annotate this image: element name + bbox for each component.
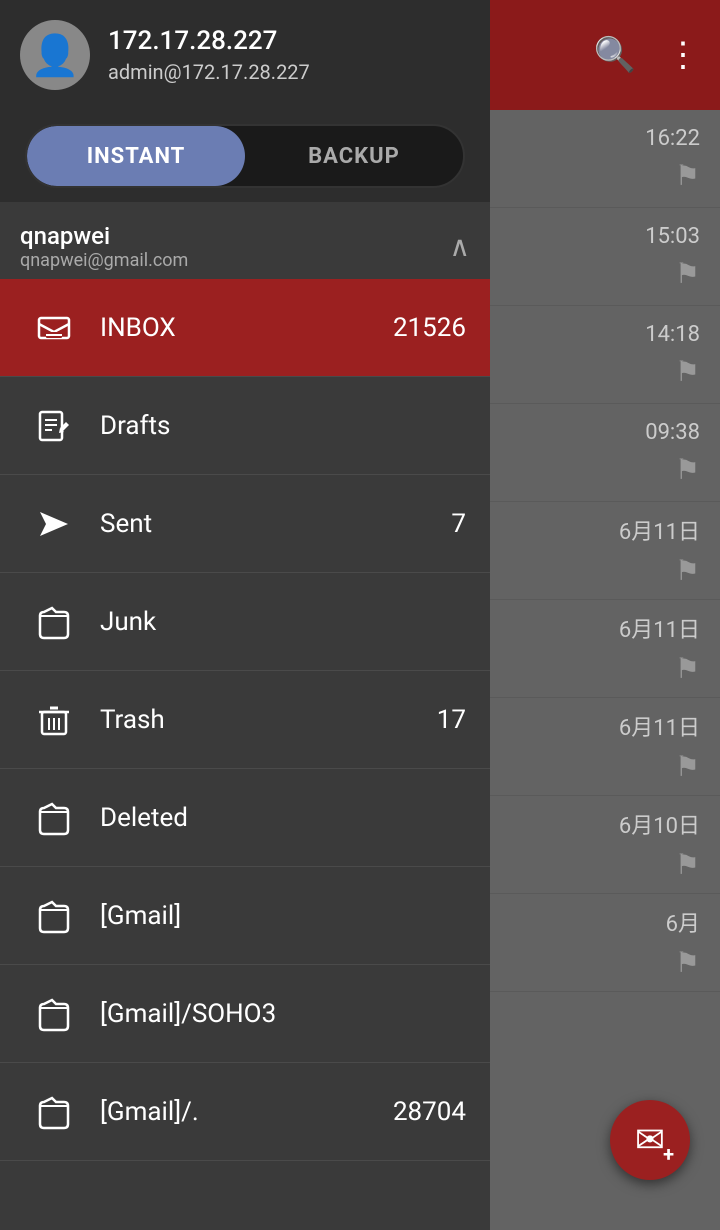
chevron-up-icon[interactable]: ∧ [450,230,471,263]
navigation-drawer: 👤 172.17.28.227 admin@172.17.28.227 INST… [0,0,490,1230]
admin-email: admin@172.17.28.227 [108,60,310,84]
folder-list: INBOX 21526 Drafts [0,279,490,1230]
inbox-label: INBOX [100,313,393,343]
compose-icon: ✉ [635,1119,665,1161]
junk-label: Junk [100,607,466,637]
folder-item-drafts[interactable]: Drafts [0,377,490,475]
backup-toggle-button[interactable]: BACKUP [245,126,463,186]
sent-icon [24,506,84,542]
avatar: 👤 [20,20,90,90]
trash-icon [24,702,84,738]
gmail-soho3-folder-icon [24,996,84,1032]
drafts-icon [24,408,84,444]
top-toolbar: 🔍 ⋮ [490,0,720,110]
folder-item-deleted[interactable]: Deleted [0,769,490,867]
deleted-folder-icon [24,800,84,836]
person-icon: 👤 [30,32,80,79]
trash-count: 17 [437,705,466,735]
server-ip: 172.17.28.227 [108,26,310,56]
folder-item-junk[interactable]: Junk [0,573,490,671]
sync-mode-toggle-row: INSTANT BACKUP [0,110,490,202]
gmail-soho3-label: [Gmail]/SOHO3 [100,999,466,1029]
drawer-header: 👤 172.17.28.227 admin@172.17.28.227 [0,0,490,110]
gmail-label: [Gmail] [100,901,466,931]
account-section[interactable]: qnapwei qnapwei@gmail.com ∧ [0,202,490,279]
fab-plus-icon: + [663,1144,674,1164]
instant-toggle-button[interactable]: INSTANT [27,126,245,186]
server-info: 172.17.28.227 admin@172.17.28.227 [108,26,310,84]
gmail-other-folder-icon [24,1094,84,1130]
folder-item-gmail-soho3[interactable]: [Gmail]/SOHO3 [0,965,490,1063]
inbox-count: 21526 [393,313,466,343]
folder-item-sent[interactable]: Sent 7 [0,475,490,573]
more-menu-icon[interactable]: ⋮ [666,35,700,75]
gmail-other-label: [Gmail]/. [100,1097,393,1127]
folder-item-gmail[interactable]: [Gmail] [0,867,490,965]
sent-count: 7 [451,509,466,539]
inbox-icon [24,310,84,346]
folder-item-trash[interactable]: Trash 17 [0,671,490,769]
drafts-label: Drafts [100,411,466,441]
folder-item-inbox[interactable]: INBOX 21526 [0,279,490,377]
folder-item-gmail-other[interactable]: [Gmail]/. 28704 [0,1063,490,1161]
gmail-folder-icon [24,898,84,934]
junk-folder-icon [24,604,84,640]
account-email: qnapwei@gmail.com [20,250,188,271]
compose-fab-button[interactable]: ✉ + [610,1100,690,1180]
trash-label: Trash [100,705,437,735]
gmail-other-count: 28704 [393,1097,466,1127]
sent-label: Sent [100,509,451,539]
deleted-label: Deleted [100,803,466,833]
sync-mode-toggle[interactable]: INSTANT BACKUP [25,124,465,188]
account-name: qnapwei [20,222,188,250]
search-icon[interactable]: 🔍 [594,35,636,75]
